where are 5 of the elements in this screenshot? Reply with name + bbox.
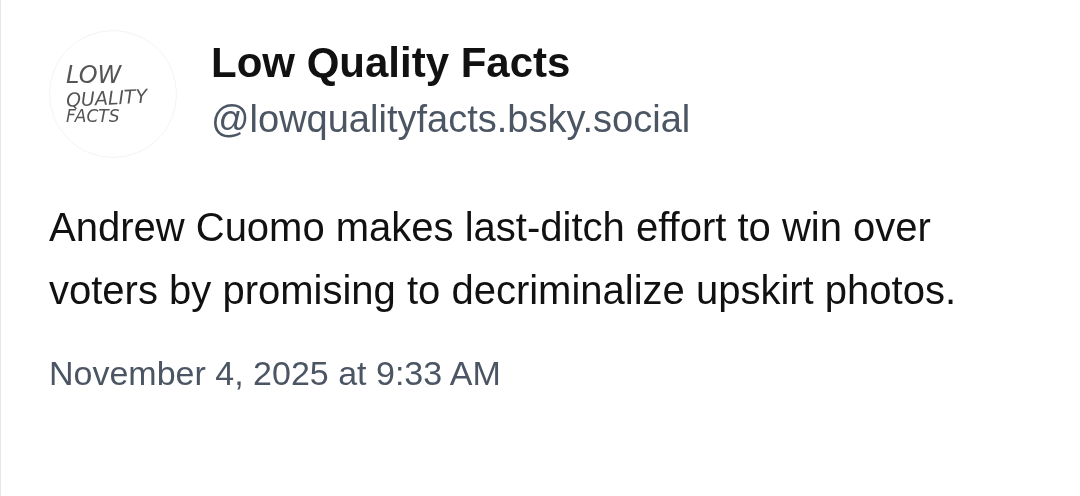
avatar-text: LOW bbox=[66, 62, 122, 88]
author-handle: @lowqualityfacts.bsky.social bbox=[211, 96, 691, 142]
author-name: Low Quality Facts bbox=[211, 38, 572, 88]
post-text: Andrew Cuomo makes last-ditch effort to win over voters by promising to decriminalize upskirt photos. bbox=[49, 204, 958, 314]
post-timestamp: November 4, 2025 at 9:33 AM bbox=[49, 353, 502, 394]
